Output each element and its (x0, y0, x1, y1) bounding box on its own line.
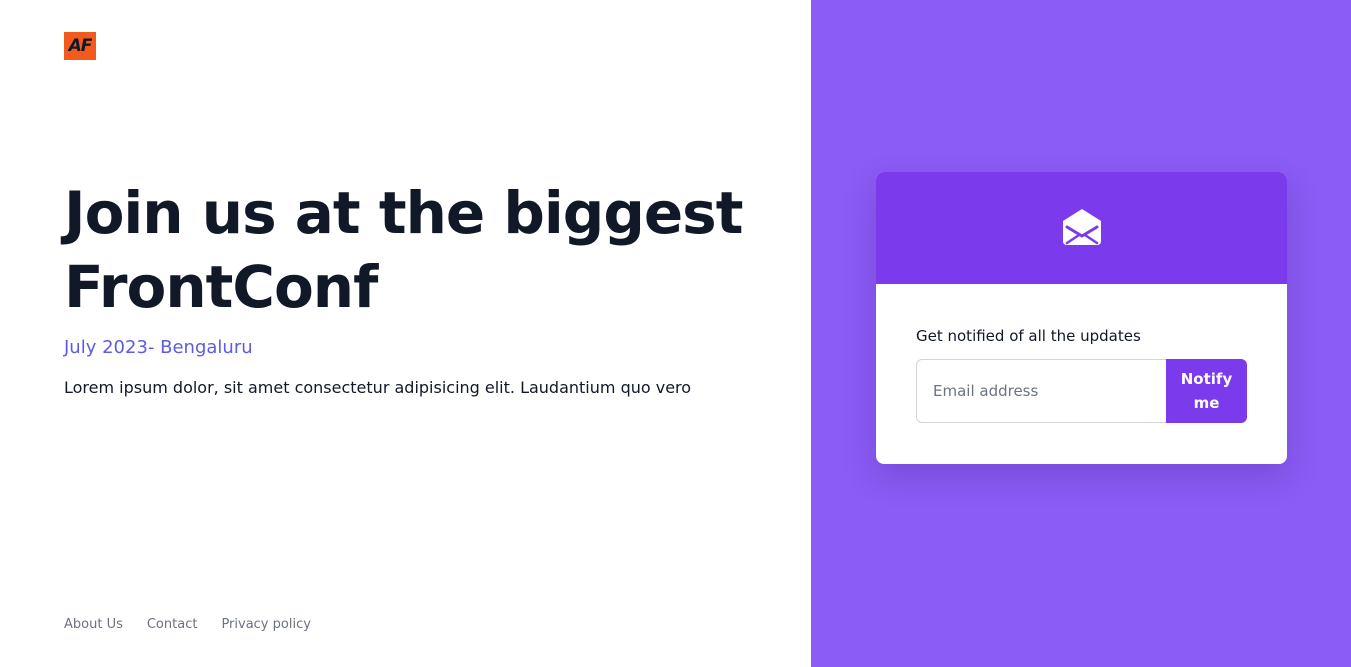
envelope-open-icon (1061, 205, 1103, 251)
footer-link-about-us[interactable]: About Us (64, 617, 123, 632)
signup-card-body: Get notified of all the updates Notify m… (876, 284, 1287, 423)
event-date: July 2023- Bengaluru (64, 337, 253, 358)
footer-link-privacy-policy[interactable]: Privacy policy (221, 617, 310, 632)
footer-nav: About Us Contact Privacy policy (64, 617, 311, 632)
signup-card: Get notified of all the updates Notify m… (876, 172, 1287, 464)
signup-form: Notify me (916, 359, 1247, 423)
footer-link-contact[interactable]: Contact (147, 617, 198, 632)
hero-description: Lorem ipsum dolor, sit amet consectetur … (64, 378, 692, 397)
logo[interactable]: AF (64, 32, 96, 60)
signup-card-header (876, 172, 1287, 284)
notify-me-button[interactable]: Notify me (1166, 359, 1247, 423)
email-input[interactable] (916, 359, 1166, 423)
signup-label: Get notified of all the updates (916, 327, 1141, 345)
left-panel: AF Join us at the biggest FrontConf July… (0, 0, 811, 667)
hero-title: Join us at the biggest FrontConf (64, 179, 743, 321)
logo-text: AF (68, 35, 93, 56)
